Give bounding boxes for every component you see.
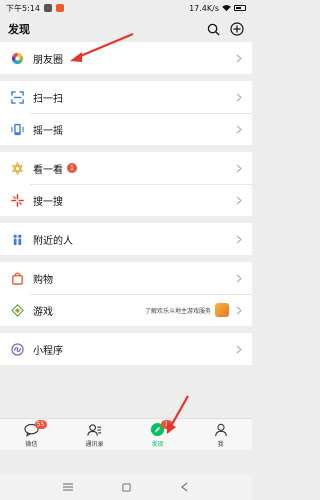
menu-icon[interactable]: [63, 482, 73, 492]
menu-item-mini-programs[interactable]: 小程序: [0, 333, 252, 365]
menu-item-scan[interactable]: 扫一扫: [0, 81, 252, 113]
tab-label: 通讯录: [85, 440, 104, 448]
menu-item-nearby[interactable]: 附近的人: [0, 223, 252, 255]
menu-item-top-stories[interactable]: 看一看 1: [0, 152, 252, 184]
menu-item-label: 朋友圈: [33, 54, 63, 66]
menu-item-games[interactable]: 游戏 了解欢乐斗地主游戏服务: [0, 294, 252, 326]
header: 发现: [0, 16, 252, 42]
menu-item-label: 搜一搜: [33, 196, 63, 208]
back-icon[interactable]: [179, 482, 189, 492]
menu-item-label: 购物: [33, 274, 53, 286]
chevron-right-icon: [235, 305, 243, 315]
menu-item-label: 游戏: [33, 306, 53, 318]
wifi-icon: [222, 4, 231, 11]
mini-program-icon: [11, 342, 24, 356]
menu-item-label: 摇一摇: [33, 125, 63, 137]
app-notification-icon: [55, 4, 64, 12]
tab-label: 微信: [25, 440, 38, 448]
chevron-right-icon: [235, 163, 243, 173]
chevron-right-icon: [235, 124, 243, 134]
search-icon[interactable]: [206, 22, 220, 36]
moments-icon: [11, 52, 24, 65]
unread-badge: 1: [160, 420, 173, 429]
chevron-right-icon: [235, 53, 243, 63]
group-nearby: 附近的人: [0, 223, 252, 255]
tab-discover[interactable]: 1 发现: [126, 419, 189, 450]
games-icon: [11, 303, 24, 317]
menu-item-shopping[interactable]: 购物: [0, 262, 252, 294]
network-speed: 17.4K/s: [189, 3, 219, 13]
games-promo-thumbnail: [215, 303, 229, 317]
add-icon[interactable]: [230, 22, 244, 36]
tab-label: 我: [217, 440, 224, 448]
scan-icon: [11, 90, 24, 104]
notification-icon: [43, 4, 52, 12]
shopping-bag-icon: [11, 272, 24, 285]
tab-me[interactable]: 我: [189, 419, 252, 450]
menu-item-label: 附近的人: [33, 235, 73, 247]
status-bar: 下午5:14 17.4K/s: [0, 0, 252, 16]
status-time: 下午5:14: [6, 3, 40, 13]
group-shopping-games: 购物 游戏 了解欢乐斗地主游戏服务: [0, 262, 252, 326]
chevron-right-icon: [235, 344, 243, 354]
games-promo-text: 了解欢乐斗地主游戏服务: [144, 307, 211, 315]
tab-label: 发现: [151, 440, 164, 448]
battery-icon: [234, 5, 246, 11]
group-stories-search: 看一看 1 搜一搜: [0, 152, 252, 216]
unread-badge: 55: [34, 420, 47, 429]
system-nav-bar: [0, 474, 252, 500]
tab-chats[interactable]: 55 微信: [0, 419, 63, 450]
tab-contacts[interactable]: 通讯录: [63, 419, 126, 450]
group-moments: 朋友圈: [0, 42, 252, 74]
menu-item-search[interactable]: 搜一搜: [0, 184, 252, 216]
menu-item-label: 看一看: [33, 164, 63, 176]
contacts-icon: [87, 422, 103, 438]
shake-icon: [11, 123, 24, 136]
group-mini-programs: 小程序: [0, 333, 252, 365]
menu-item-shake[interactable]: 摇一摇: [0, 113, 252, 145]
bottom-tab-bar: 55 微信 通讯录 1 发现 我: [0, 418, 252, 450]
chevron-right-icon: [235, 195, 243, 205]
search-sparkle-icon: [11, 193, 24, 207]
menu-item-moments[interactable]: 朋友圈: [0, 42, 252, 74]
home-icon[interactable]: [121, 482, 131, 492]
notification-badge: 1: [67, 163, 77, 173]
top-stories-icon: [11, 161, 24, 175]
group-scan-shake: 扫一扫 摇一摇: [0, 81, 252, 145]
person-icon: [213, 422, 229, 438]
page-title: 发现: [8, 23, 30, 36]
chevron-right-icon: [235, 234, 243, 244]
chevron-right-icon: [235, 92, 243, 102]
menu-item-label: 扫一扫: [33, 93, 63, 105]
menu-item-label: 小程序: [33, 345, 63, 357]
chevron-right-icon: [235, 273, 243, 283]
nearby-people-icon: [11, 233, 24, 246]
